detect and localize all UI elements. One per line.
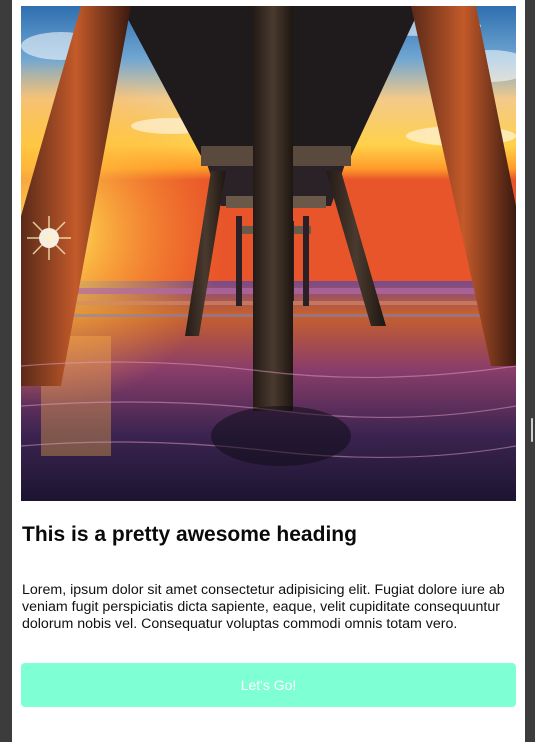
resize-handle[interactable] bbox=[531, 418, 533, 442]
card-heading: This is a pretty awesome heading bbox=[22, 523, 357, 546]
hero-image bbox=[21, 6, 516, 501]
content-card: This is a pretty awesome heading Lorem, … bbox=[12, 0, 525, 742]
card-body-text: Lorem, ipsum dolor sit amet consectetur … bbox=[22, 582, 505, 632]
lets-go-button[interactable]: Let's Go! bbox=[21, 663, 516, 707]
browser-viewport: This is a pretty awesome heading Lorem, … bbox=[0, 0, 535, 742]
